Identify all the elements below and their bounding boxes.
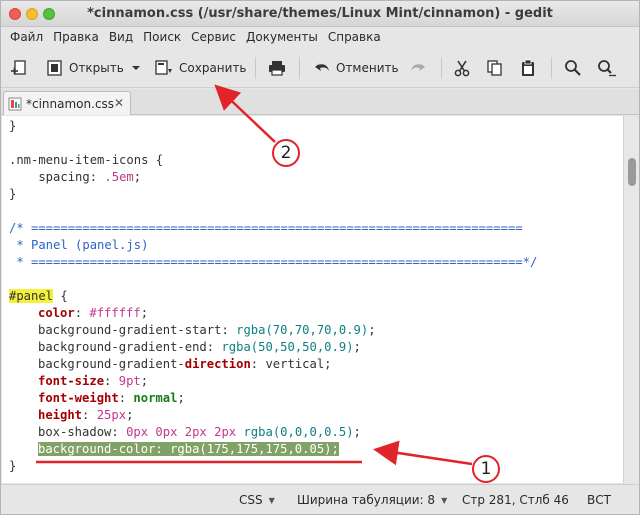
search-icon <box>565 60 581 76</box>
menu-bar: Файл Правка Вид Поиск Сервис Документы С… <box>1 27 639 47</box>
search-replace-icon <box>598 60 616 77</box>
menu-edit[interactable]: Правка <box>48 30 104 44</box>
code-line: #panel { <box>9 289 68 303</box>
code-line: background-color: rgba(175,175,175,0.05)… <box>38 441 339 458</box>
code-line: color: #ffffff; <box>38 306 149 320</box>
new-document-icon <box>11 60 26 75</box>
open-file-icon <box>47 60 62 76</box>
code-line: height: 25px; <box>38 408 134 422</box>
print-button[interactable] <box>267 57 287 79</box>
chevron-down-icon <box>132 66 140 70</box>
find-button[interactable] <box>564 57 582 79</box>
annotation-badge-2: 2 <box>272 139 300 167</box>
scrollbar-thumb[interactable] <box>628 158 636 186</box>
css-file-icon <box>8 97 22 110</box>
printer-icon <box>269 61 285 76</box>
undo-button[interactable]: Отменить <box>313 57 399 79</box>
cut-button[interactable] <box>453 57 471 79</box>
undo-button-label: Отменить <box>336 61 399 75</box>
menu-tools[interactable]: Сервис <box>186 30 241 44</box>
code-line: background-gradient-start: rgba(70,70,70… <box>38 323 376 337</box>
close-tab-icon[interactable]: ✕ <box>114 96 124 110</box>
code-line: * Panel (panel.js) <box>9 238 149 252</box>
language-label: CSS <box>239 493 263 507</box>
menu-search[interactable]: Поиск <box>138 30 186 44</box>
gedit-window: *cinnamon.css (/usr/share/themes/Linux M… <box>0 0 640 515</box>
save-button-label: Сохранить <box>179 61 247 75</box>
save-button[interactable]: Сохранить <box>154 57 247 79</box>
paste-icon <box>522 59 534 76</box>
title-bar: *cinnamon.css (/usr/share/themes/Linux M… <box>1 1 639 27</box>
code-line: } <box>9 187 17 201</box>
code-editor[interactable]: } .nm-menu-item-icons { spacing: .5em; }… <box>2 116 623 483</box>
toolbar-separator <box>299 57 300 79</box>
code-line: /* =====================================… <box>9 221 523 235</box>
code-line: } <box>9 119 17 133</box>
new-document-button[interactable] <box>10 57 28 79</box>
tab-cinnamon-css[interactable]: *cinnamon.css ✕ <box>3 91 131 115</box>
chevron-down-icon: ▼ <box>268 495 275 505</box>
chevron-down-icon: ▼ <box>441 495 448 505</box>
copy-icon <box>487 60 502 76</box>
menu-file[interactable]: Файл <box>5 30 48 44</box>
window-title: *cinnamon.css (/usr/share/themes/Linux M… <box>87 6 553 21</box>
code-line: spacing: .5em; <box>9 170 142 184</box>
toolbar-separator <box>441 57 442 79</box>
code-line: background-gradient-direction: vertical; <box>38 357 332 371</box>
code-line: box-shadow: 0px 0px 2px 2px rgba(0,0,0,0… <box>38 425 361 439</box>
menu-documents[interactable]: Документы <box>241 30 323 44</box>
code-line: * ======================================… <box>9 255 538 269</box>
insert-mode: ВСТ <box>587 493 611 507</box>
scissors-icon <box>454 60 470 77</box>
tab-width-label: Ширина табуляции: 8 <box>297 493 436 507</box>
annotation-badge-1: 1 <box>472 455 500 483</box>
code-line: .nm-menu-item-icons { <box>9 153 164 167</box>
find-replace-button[interactable] <box>597 57 617 79</box>
undo-icon <box>315 63 329 71</box>
code-line: font-weight: normal; <box>38 391 185 405</box>
menu-help[interactable]: Справка <box>323 30 386 44</box>
cursor-position: Стр 281, Стлб 46 <box>462 493 569 507</box>
status-bar: CSS ▼ Ширина табуляции: 8 ▼ Стр 281, Стл… <box>1 484 639 514</box>
toolbar-separator <box>255 57 256 79</box>
selected-text: background-color: rgba(175,175,175,0.05)… <box>38 442 339 456</box>
open-button-label: Открыть <box>69 61 124 75</box>
document-tab-bar: *cinnamon.css ✕ <box>1 89 639 115</box>
tab-width-selector[interactable]: Ширина табуляции: 8 ▼ <box>297 493 447 507</box>
code-line: background-gradient-end: rgba(50,50,50,0… <box>38 340 361 354</box>
save-icon <box>155 60 172 75</box>
language-selector[interactable]: CSS ▼ <box>239 493 275 507</box>
toolbar-separator <box>551 57 552 79</box>
copy-button[interactable] <box>486 57 504 79</box>
open-button[interactable]: Открыть <box>46 57 124 79</box>
toolbar: Открыть Сохранить Отменить <box>1 48 639 88</box>
tab-filename: *cinnamon.css <box>26 96 115 111</box>
paste-button[interactable] <box>519 57 537 79</box>
redo-icon <box>411 63 425 71</box>
code-line: } <box>9 459 17 473</box>
redo-button[interactable] <box>409 57 427 79</box>
vertical-scrollbar[interactable] <box>623 116 639 483</box>
open-recent-dropdown[interactable] <box>131 57 141 79</box>
search-highlight: #panel <box>9 289 54 303</box>
code-line: font-size: 9pt; <box>38 374 149 388</box>
menu-view[interactable]: Вид <box>104 30 138 44</box>
